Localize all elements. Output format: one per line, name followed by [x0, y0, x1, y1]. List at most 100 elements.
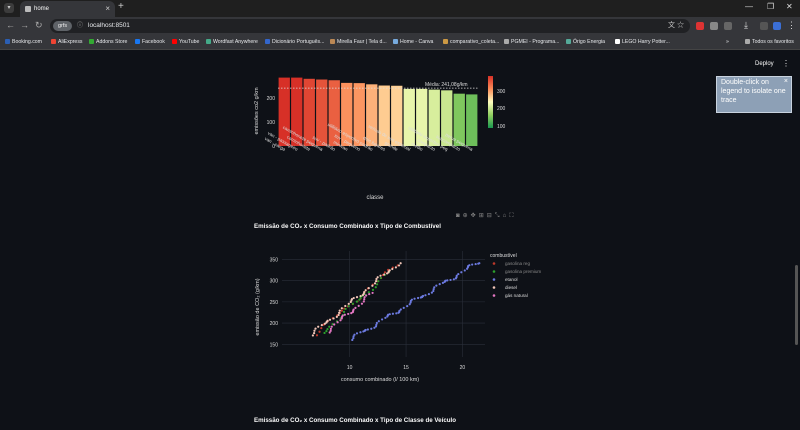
maximize-icon[interactable]: ❐	[767, 2, 774, 11]
scatter-point	[455, 274, 458, 277]
minimize-icon[interactable]: —	[745, 2, 753, 11]
scatter-point	[347, 312, 350, 316]
page-scrollbar[interactable]	[795, 265, 798, 345]
site-info-icon[interactable]: ⓘ	[77, 19, 83, 33]
extension-icon[interactable]	[710, 22, 718, 30]
legend-item[interactable]: gasolina reg	[505, 261, 530, 266]
reload-icon[interactable]: ↻	[35, 20, 43, 31]
browser-tab[interactable]: home ×	[20, 1, 115, 17]
bookmarks-overflow-button[interactable]: »	[726, 36, 729, 49]
scatter-point	[433, 286, 436, 289]
scatter-point	[474, 262, 477, 266]
all-bookmarks-folder[interactable]: Todos os favoritos	[745, 36, 794, 49]
profile-avatar[interactable]	[773, 22, 781, 30]
extension-icon[interactable]	[760, 22, 768, 30]
scatter-point	[328, 318, 332, 321]
legend-item[interactable]: gás natural	[505, 293, 528, 298]
profile-chip[interactable]: grfs	[53, 21, 73, 31]
next-section-title: Emissão de CO₂ x Consumo Combinado x Tip…	[254, 417, 457, 424]
colorbar-tick: 300	[497, 89, 506, 95]
bookmark-item[interactable]: comparativo_coleta...	[443, 36, 499, 49]
new-tab-icon[interactable]: +	[118, 1, 124, 12]
extension-icon[interactable]	[696, 22, 704, 30]
scatter-point	[435, 284, 438, 287]
zoom-out-icon[interactable]: ⊟	[487, 213, 495, 219]
scatter-point	[338, 311, 341, 315]
tab-search-button[interactable]: ▾	[4, 3, 14, 13]
scatter-point	[406, 305, 409, 308]
bar	[466, 94, 478, 146]
camera-icon[interactable]: ◙	[456, 213, 463, 219]
scatter-point	[341, 314, 344, 317]
bookmark-item[interactable]: Booking.com	[5, 36, 42, 49]
zoom-in-icon[interactable]: ⊞	[479, 213, 487, 219]
bookmark-item[interactable]: PGMEI - Programa...	[504, 36, 559, 49]
fullscreen-icon[interactable]: ⛶	[509, 213, 516, 219]
scatter-point	[391, 312, 395, 315]
browser-menu-icon[interactable]: ⋮	[787, 20, 796, 31]
scatter-point	[355, 296, 359, 299]
autoscale-icon[interactable]: ⤡	[495, 213, 503, 219]
close-window-icon[interactable]: ✕	[786, 2, 793, 11]
translate-and-bookmark-icons[interactable]: 文 ☆	[668, 19, 684, 33]
deploy-button[interactable]: Deploy	[755, 61, 774, 67]
url-text[interactable]: localhost:8501	[88, 19, 130, 33]
scatter-point	[337, 313, 340, 317]
download-icon[interactable]: ⤓	[744, 20, 748, 31]
app-menu-icon[interactable]: ⋮	[782, 59, 790, 68]
tab-favicon-icon	[25, 6, 31, 12]
bookmark-item[interactable]: Dicionário Português...	[265, 36, 324, 49]
legend-item[interactable]: diesel	[505, 285, 517, 290]
plotly-modebar[interactable]: ◙⊕✥⊞⊟⤡⌂⛶	[456, 212, 516, 220]
legend-marker	[492, 278, 496, 281]
scatter-point	[421, 294, 425, 298]
scatter-point	[449, 278, 452, 282]
scatter-point	[371, 284, 374, 287]
bookmark-item[interactable]: Home - Canva	[393, 36, 433, 49]
scatter-point	[366, 328, 369, 331]
legend-item[interactable]: gasolina premium	[505, 269, 541, 274]
scatter-point	[344, 304, 347, 308]
bookmark-item[interactable]: Addons Store	[89, 36, 127, 49]
tab-close-icon[interactable]: ×	[105, 1, 110, 17]
colorbar-tick: 200	[497, 106, 506, 112]
scatter-point	[347, 302, 350, 305]
scatter-point	[383, 271, 387, 274]
scatter-point	[438, 283, 441, 286]
scatter-x-tick: 20	[460, 365, 466, 371]
scatter-point	[328, 325, 331, 328]
bookmark-item[interactable]: YouTube	[172, 36, 199, 49]
scatter-point	[336, 321, 339, 324]
back-icon[interactable]: ←	[6, 20, 15, 30]
scatter-point	[395, 312, 398, 315]
extensions-puzzle-icon[interactable]	[724, 22, 732, 30]
scatter-point	[317, 325, 320, 328]
colorbar-tick: 100	[497, 124, 506, 130]
scatter-point	[373, 282, 377, 285]
scatter-point	[379, 276, 382, 280]
forward-icon[interactable]: →	[20, 20, 29, 30]
bar-chart: emissões co2 g/km 0100200 Média: 241,08g…	[254, 76, 506, 201]
scatter-point	[388, 313, 391, 316]
scatter-point	[329, 327, 332, 330]
zoom-icon[interactable]: ⊕	[463, 213, 471, 219]
bookmark-item[interactable]: Mirella Faur | Tela d...	[330, 36, 387, 49]
bookmark-item[interactable]: AliExpress	[51, 36, 83, 49]
scatter-point	[344, 307, 347, 311]
scatter-point	[399, 308, 402, 311]
bookmark-item[interactable]: Facebook	[135, 36, 165, 49]
bookmark-item[interactable]: Wordfast Anywhere	[206, 36, 258, 49]
scatter-point	[410, 298, 413, 301]
scatter-chart: emissão de CO₂ (g/km) 150 200 250 300 350 10 1…	[255, 251, 541, 383]
browser-toolbar: ← → ↻ grfs ⓘ localhost:8501 文 ☆ ⤓ ⋮	[0, 17, 800, 36]
scatter-section-title: Emissão de CO₂ x Consumo Combinado x Tip…	[254, 223, 441, 230]
tooltip-close-icon[interactable]: ×	[784, 77, 788, 86]
scatter-point	[329, 329, 332, 332]
scatter-point	[367, 291, 370, 294]
pan-icon[interactable]: ✥	[471, 213, 479, 219]
bookmark-item[interactable]: Órigo Energia	[566, 36, 605, 49]
legend-item[interactable]: etanol	[505, 277, 518, 282]
address-bar[interactable]: grfs ⓘ localhost:8501 文 ☆	[50, 19, 690, 33]
bar-y-tick: 100	[267, 120, 276, 126]
bookmark-item[interactable]: LEGO Harry Potter...	[615, 36, 670, 49]
